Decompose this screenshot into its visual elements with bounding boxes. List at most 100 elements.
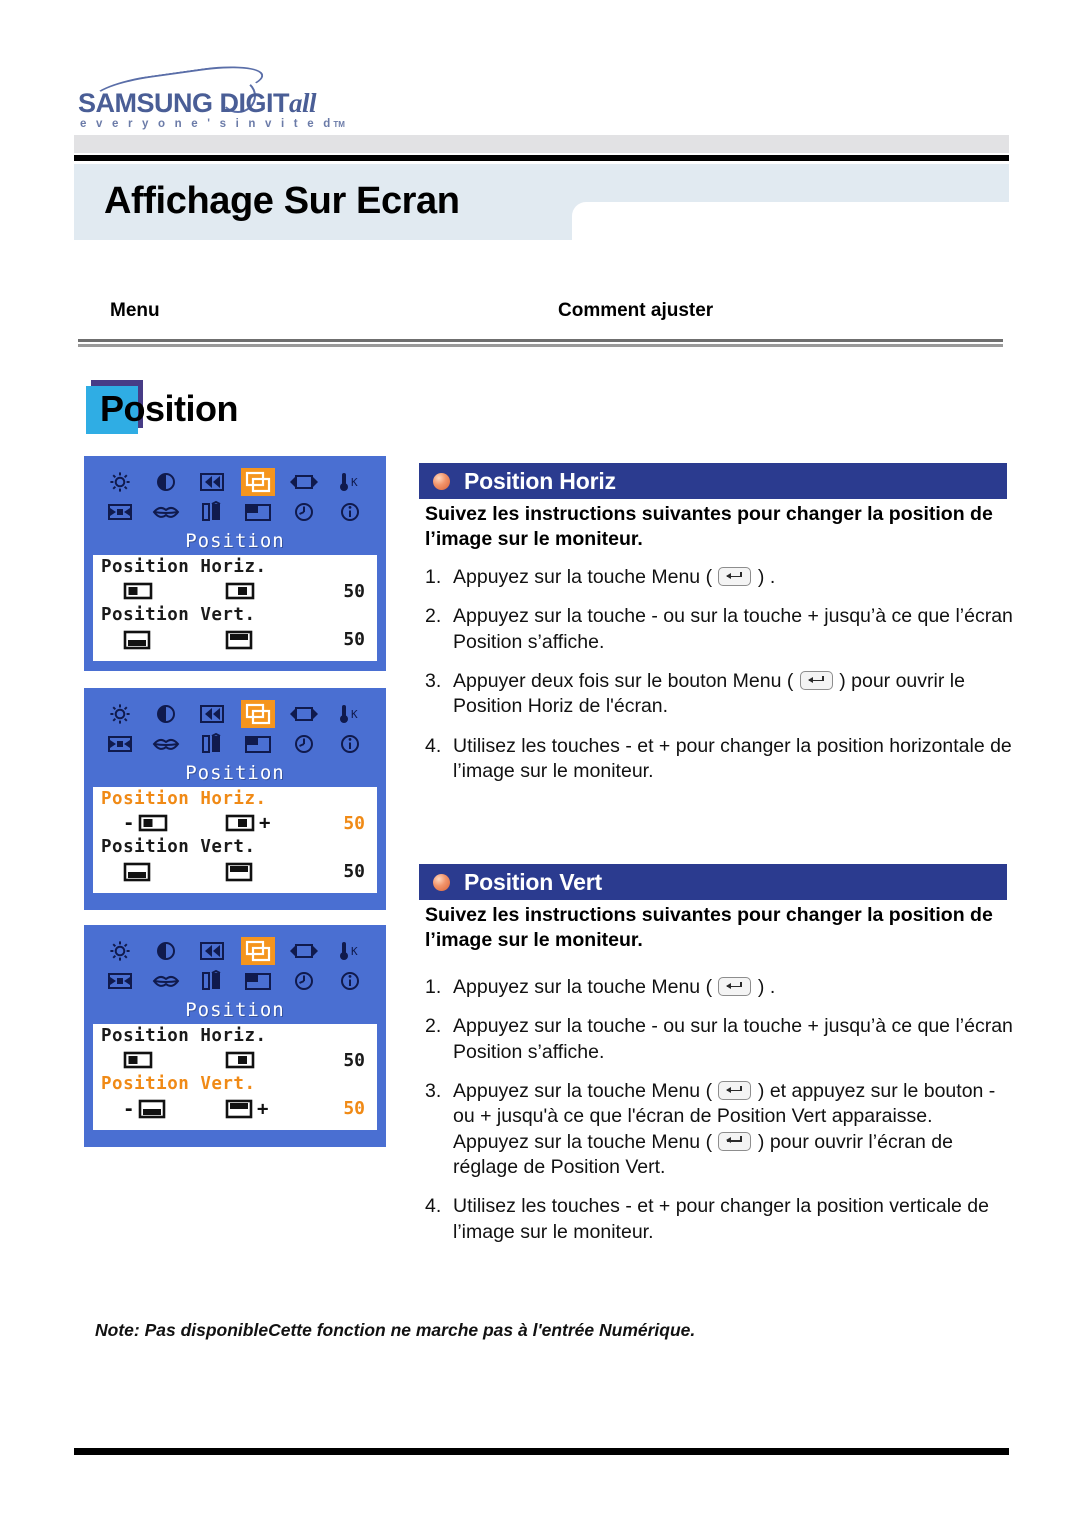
steps-list-horiz: 1. Appuyez sur la touche Menu ( ) . 2. Appu… (425, 565, 1017, 798)
osd-display-time-icon[interactable] (287, 730, 321, 758)
osd-panel-1: K Position Position Horiz. 50 Position Vert.… (84, 456, 386, 671)
color-temperature-icon[interactable]: K (333, 468, 367, 496)
osd-decrease-control[interactable]: - (123, 812, 168, 834)
osd-menu-position-icon[interactable] (241, 730, 275, 758)
instruction-step: 2. Appuyez sur la touche - ou sur la touc… (425, 604, 1017, 655)
step-number: 3. (425, 1080, 442, 1103)
section-title: Position (100, 388, 239, 429)
bullet-sphere-icon (433, 873, 450, 891)
white-balance-icon[interactable] (195, 730, 229, 758)
osd-increase-control[interactable] (225, 629, 253, 651)
instruction-step: 4. Utilisez les touches - et + pour chang… (425, 734, 1017, 785)
osd-increase-control[interactable] (225, 1049, 255, 1071)
step-text: Appuyez sur la touche Menu ( ) . (453, 566, 776, 588)
header-divider-rule (78, 339, 1003, 347)
white-balance-icon[interactable] (195, 967, 229, 995)
osd-increase-control[interactable] (225, 861, 253, 883)
contrast-icon[interactable] (149, 468, 183, 496)
title-corner-notch (572, 202, 592, 222)
osd-display-time-icon[interactable] (287, 967, 321, 995)
step-number: 4. (425, 734, 442, 757)
brightness-icon[interactable] (103, 468, 137, 496)
osd-row-controls: - +50 (101, 1094, 369, 1124)
osd-row-controls: 50 (101, 625, 369, 655)
osd-row-label: Position Vert. (101, 605, 256, 626)
instruction-step: 4. Utilisez les touches - et + pour chang… (425, 1194, 1017, 1245)
size-icon[interactable] (287, 700, 321, 728)
information-icon[interactable] (333, 967, 367, 995)
brightness-icon[interactable] (103, 937, 137, 965)
osd-decrease-control[interactable] (123, 1049, 153, 1071)
image-lock-icon[interactable] (195, 937, 229, 965)
information-icon[interactable] (333, 730, 367, 758)
osd-row-controls: 50 (101, 1045, 369, 1075)
step-number: 1. (425, 976, 442, 998)
osd-increase-control[interactable] (225, 580, 255, 602)
contrast-icon[interactable] (149, 700, 183, 728)
image-lock-icon[interactable] (195, 468, 229, 496)
step-text: Appuyez sur la touche - ou sur la touche… (453, 605, 1013, 653)
step-text: Utilisez les touches - et + pour changer… (453, 734, 1012, 783)
osd-row-label: Position Vert. (101, 837, 256, 858)
color-control-icon[interactable] (149, 730, 183, 758)
osd-increase-control[interactable]: + (225, 1098, 268, 1120)
osd-menu-position-icon[interactable] (241, 498, 275, 526)
bottom-black-rule (74, 1448, 1009, 1455)
information-icon[interactable] (333, 498, 367, 526)
samsung-logo: SAMSUNG DIGITall e v e r y o n e ' s i n… (78, 60, 378, 134)
color-control-icon[interactable] (149, 967, 183, 995)
plus-sign: + (257, 1097, 269, 1120)
image-lock-icon[interactable] (195, 700, 229, 728)
svg-text:K: K (351, 945, 358, 958)
brightness-icon[interactable] (103, 700, 137, 728)
osd-row-value: 50 (343, 629, 365, 651)
osd-menu-position-icon[interactable] (241, 967, 275, 995)
svg-text:K: K (351, 476, 358, 489)
osd-decrease-control[interactable]: - (123, 1098, 166, 1120)
logo-wordmark-italic: all (289, 88, 317, 118)
osd-decrease-control[interactable] (123, 629, 151, 651)
osd-settings-area: Position Horiz. - +50 Position Vert. 50 (93, 787, 377, 893)
osd-icon-row: K (93, 935, 377, 995)
top-black-rule (74, 155, 1009, 161)
osd-row-value: 50 (343, 1098, 365, 1120)
step-number: 2. (425, 1015, 442, 1038)
menu-key-icon (718, 567, 752, 586)
menu-key-icon (718, 1131, 752, 1151)
osd-row-controls: - +50 (101, 808, 369, 838)
step-text: Appuyez sur la touche Menu ( ) . (453, 976, 776, 998)
osd-row-value: 50 (343, 861, 365, 883)
color-control-icon[interactable] (149, 498, 183, 526)
step-number: 2. (425, 605, 442, 628)
osd-row-controls: 50 (101, 576, 369, 606)
column-heading-menu: Menu (110, 300, 160, 321)
step-number: 4. (425, 1195, 442, 1218)
osd-row-label: Position Vert. (101, 1074, 256, 1095)
osd-row-label: Position Horiz. (101, 557, 267, 577)
size-icon[interactable] (287, 937, 321, 965)
osd-display-time-icon[interactable] (287, 498, 321, 526)
osd-row-label: Position Horiz. (101, 1026, 267, 1046)
intro-text-horiz: Suivez les instructions suivantes pour c… (425, 503, 993, 550)
osd-increase-control[interactable]: + (225, 812, 270, 834)
color-temperature-icon[interactable]: K (333, 700, 367, 728)
position-icon[interactable] (241, 468, 275, 496)
position-icon[interactable] (241, 937, 275, 965)
step-text: Appuyer deux fois sur le bouton Menu ( )… (453, 670, 965, 718)
size-icon[interactable] (287, 468, 321, 496)
intro-text-vert: Suivez les instructions suivantes pour c… (425, 904, 993, 951)
menu-key-icon (718, 977, 752, 996)
position-icon[interactable] (241, 700, 275, 728)
osd-decrease-control[interactable] (123, 580, 153, 602)
color-temperature-icon[interactable]: K (333, 937, 367, 965)
osd-menu-title: Position (185, 999, 285, 1021)
osd-row-label: Position Horiz. (101, 789, 267, 809)
image-reset-icon[interactable] (103, 967, 137, 995)
contrast-icon[interactable] (149, 937, 183, 965)
white-balance-icon[interactable] (195, 498, 229, 526)
osd-panel-3: K Position Position Horiz. 50 Position Vert.… (84, 925, 386, 1147)
osd-row-value: 50 (343, 580, 365, 602)
image-reset-icon[interactable] (103, 730, 137, 758)
osd-decrease-control[interactable] (123, 861, 151, 883)
image-reset-icon[interactable] (103, 498, 137, 526)
